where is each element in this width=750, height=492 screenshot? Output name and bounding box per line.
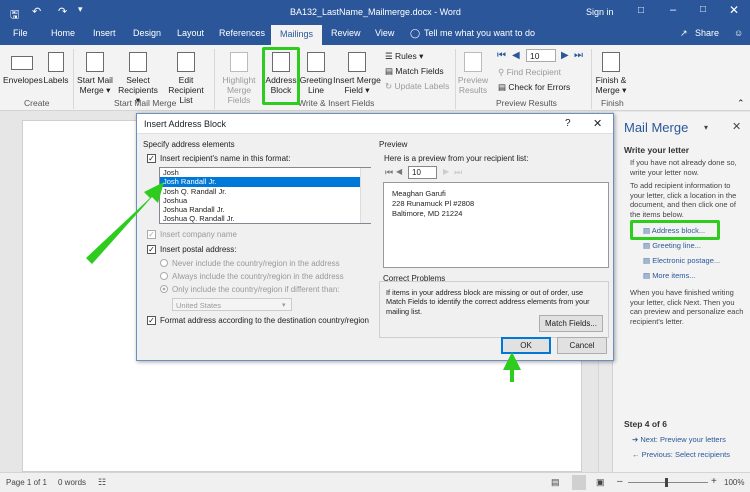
print-layout-icon[interactable] xyxy=(572,475,586,490)
status-bar: Page 1 of 1 0 words ☷ ▤ ▣ – + 100% xyxy=(0,472,750,492)
zoom-level[interactable]: 100% xyxy=(724,478,744,487)
zoom-slider[interactable] xyxy=(628,482,708,483)
green-arrow-bottom xyxy=(503,352,521,382)
zoom-slider-handle[interactable] xyxy=(665,478,668,487)
web-layout-icon[interactable]: ▣ xyxy=(596,477,605,488)
word-count[interactable]: 0 words xyxy=(58,478,86,487)
zoom-in-icon[interactable]: + xyxy=(711,476,717,487)
read-mode-icon[interactable]: ▤ xyxy=(551,477,560,488)
annotation-arrows xyxy=(86,182,521,382)
page-count[interactable]: Page 1 of 1 xyxy=(6,478,47,487)
zoom-out-icon[interactable]: – xyxy=(617,476,623,487)
green-arrow-left xyxy=(86,182,164,264)
proofing-icon[interactable]: ☷ xyxy=(98,477,106,488)
